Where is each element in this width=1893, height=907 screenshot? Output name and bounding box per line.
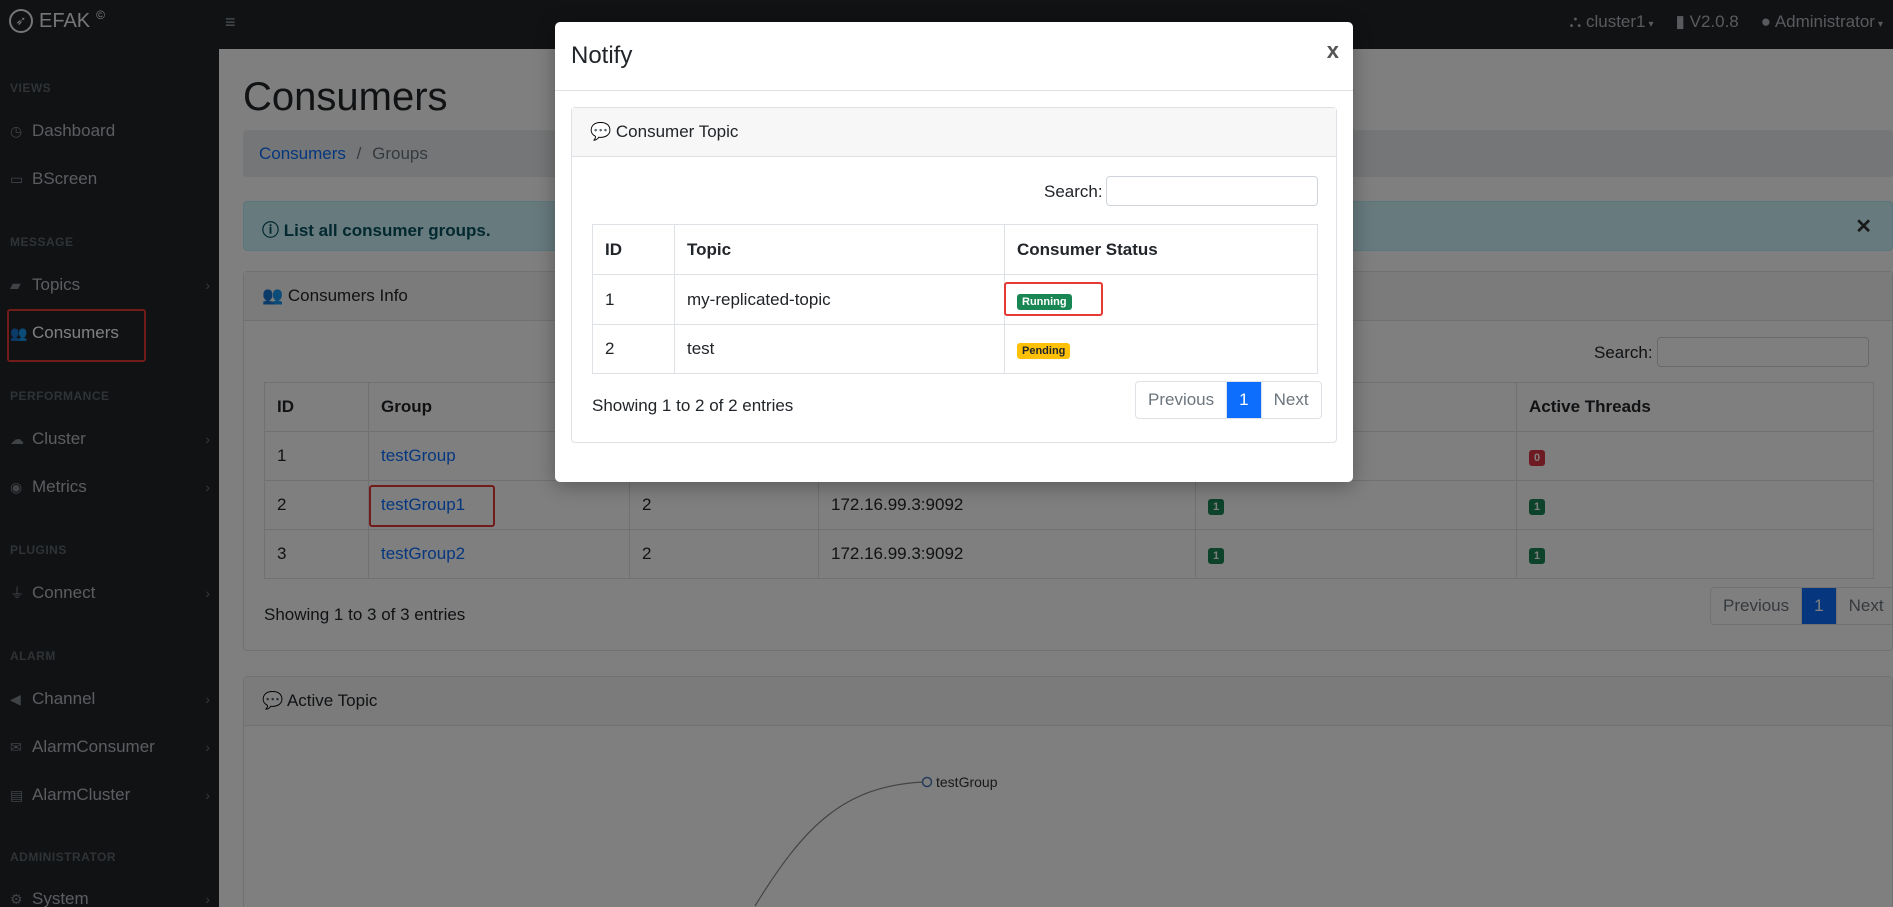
page-1-button[interactable]: 1 — [1226, 382, 1261, 418]
table-row: 1 my-replicated-topic Running — [592, 274, 1318, 325]
search-input[interactable] — [1106, 176, 1318, 206]
notify-modal: Notify x 💬 Consumer Topic Search: ID Top… — [555, 22, 1353, 482]
consumer-topic-card: 💬 Consumer Topic Search: ID Topic Consum… — [571, 107, 1337, 443]
table-row: 2 test Pending — [592, 324, 1318, 374]
previous-button[interactable]: Previous — [1136, 382, 1226, 418]
table-info: Showing 1 to 2 of 2 entries — [592, 396, 794, 415]
consumer-topic-table: ID Topic Consumer Status 1 my-replicated… — [592, 224, 1318, 374]
comments-icon: 💬 — [590, 122, 616, 141]
modal-title: Notify — [571, 42, 633, 69]
col-topic: Topic — [674, 224, 1005, 275]
next-button[interactable]: Next — [1260, 382, 1321, 418]
highlight-running-status — [1004, 282, 1103, 316]
modal-header: Notify x — [555, 22, 1353, 91]
status-badge-pending[interactable]: Pending — [1017, 343, 1071, 359]
search-label: Search: — [1044, 182, 1103, 201]
col-consumer-status: Consumer Status — [1004, 224, 1318, 275]
card-header: 💬 Consumer Topic — [572, 108, 1336, 157]
pagination: Previous 1 Next — [1135, 381, 1322, 419]
col-id: ID — [592, 224, 675, 275]
modal-close-button[interactable]: x — [1327, 38, 1339, 64]
